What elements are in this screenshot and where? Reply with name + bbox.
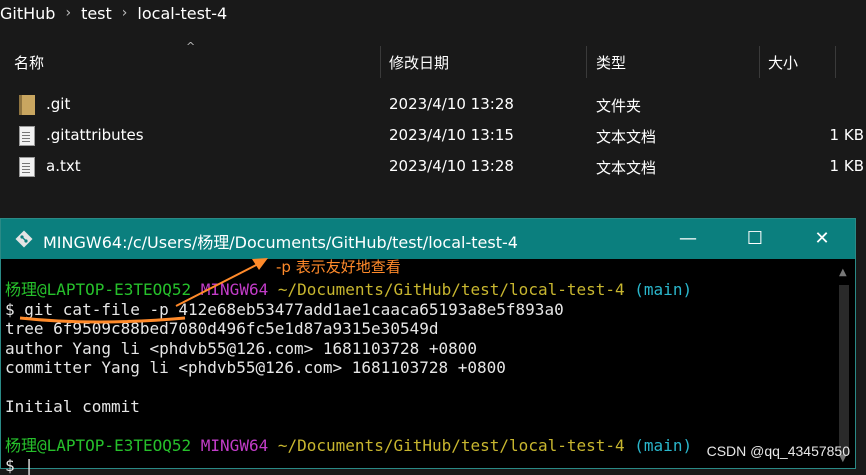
minimize-button[interactable]: —: [671, 226, 705, 252]
column-header-name[interactable]: 名称: [14, 42, 44, 82]
file-row[interactable]: .gitattributes 2023/4/10 13:15 文本文档 1 KB: [0, 121, 866, 151]
breadcrumb-item-test[interactable]: test: [81, 4, 112, 23]
breadcrumb-item-github[interactable]: GitHub: [0, 4, 55, 23]
file-explorer: GitHub › test › local-test-4 ^ 名称 修改日期 类…: [0, 0, 866, 220]
terminal-window: MINGW64:/c/Users/杨理/Documents/GitHub/tes…: [0, 218, 856, 475]
chevron-right-icon: ›: [121, 5, 128, 21]
watermark: CSDN @qq_43457850: [706, 443, 850, 459]
file-modified: 2023/4/10 13:15: [389, 126, 514, 144]
file-row[interactable]: .git 2023/4/10 13:28 文件夹: [0, 90, 866, 120]
terminal-scrollbar[interactable]: ▲ ▼: [833, 259, 855, 468]
column-header-modified[interactable]: 修改日期: [389, 42, 449, 82]
output-line: committer Yang li <phdvb55@126.com> 1681…: [5, 358, 506, 377]
prompt-line: 杨理@LAPTOP-E3TEOQ52 MINGW64 ~/Documents/G…: [5, 280, 692, 299]
file-type: 文本文档: [596, 128, 657, 146]
prompt-host: MINGW64: [200, 280, 269, 299]
file-modified: 2023/4/10 13:28: [389, 95, 514, 113]
maximize-button[interactable]: ☐: [738, 226, 772, 252]
terminal-output[interactable]: 杨理@LAPTOP-E3TEOQ52 MINGW64 ~/Documents/G…: [5, 280, 692, 475]
column-header-row: 名称 修改日期 类型 大小: [0, 42, 866, 82]
command-line: $ git cat-file -p 412e68eb53477add1ae1ca…: [5, 299, 564, 319]
terminal-titlebar[interactable]: MINGW64:/c/Users/杨理/Documents/GitHub/tes…: [1, 219, 855, 259]
prompt-user: 杨理@LAPTOP-E3TEOQ52: [5, 436, 192, 455]
document-icon: [19, 126, 35, 146]
file-name: .gitattributes: [46, 126, 144, 144]
close-button[interactable]: ✕: [805, 226, 839, 252]
breadcrumb: GitHub › test › local-test-4: [0, 0, 227, 26]
terminal-title: MINGW64:/c/Users/杨理/Documents/GitHub/tes…: [43, 233, 518, 252]
scroll-up-icon[interactable]: ▲: [839, 267, 847, 278]
prompt-host: MINGW64: [200, 436, 269, 455]
file-type: 文件夹: [596, 97, 642, 115]
prompt-path: ~/Documents/GitHub/test/local-test-4: [277, 436, 625, 455]
annotation-label: -p 表示友好地查看: [276, 258, 401, 276]
prompt-branch: (main): [634, 280, 693, 299]
column-divider[interactable]: [759, 46, 760, 78]
output-line: Initial commit: [5, 397, 140, 416]
git-logo-icon: [15, 230, 33, 248]
column-divider[interactable]: [586, 46, 587, 78]
prompt-branch: (main): [634, 436, 693, 455]
file-size: 1 KB: [829, 157, 864, 175]
file-name: a.txt: [46, 157, 81, 175]
file-row[interactable]: a.txt 2023/4/10 13:28 文本文档 1 KB: [0, 152, 866, 182]
chevron-right-icon: ›: [65, 5, 72, 21]
breadcrumb-item-local-test-4[interactable]: local-test-4: [137, 4, 227, 23]
column-divider[interactable]: [380, 46, 381, 78]
column-header-type[interactable]: 类型: [596, 42, 626, 82]
prompt-user: 杨理@LAPTOP-E3TEOQ52: [5, 280, 192, 299]
output-line: tree 6f9509c88bed7080d496fc5e1d87a9315e3…: [5, 319, 439, 338]
output-line: author Yang li <phdvb55@126.com> 1681103…: [5, 338, 478, 358]
file-type: 文本文档: [596, 159, 657, 177]
column-header-size[interactable]: 大小: [768, 42, 798, 82]
file-modified: 2023/4/10 13:28: [389, 157, 514, 175]
file-size: 1 KB: [829, 126, 864, 144]
input-line[interactable]: $ |: [5, 456, 34, 475]
prompt-line: 杨理@LAPTOP-E3TEOQ52 MINGW64 ~/Documents/G…: [5, 436, 692, 455]
column-divider[interactable]: [835, 46, 836, 78]
scrollbar-thumb[interactable]: [839, 285, 849, 455]
document-icon: [19, 157, 35, 177]
folder-icon: [19, 95, 35, 115]
file-name: .git: [46, 95, 71, 113]
prompt-path: ~/Documents/GitHub/test/local-test-4: [277, 280, 625, 299]
